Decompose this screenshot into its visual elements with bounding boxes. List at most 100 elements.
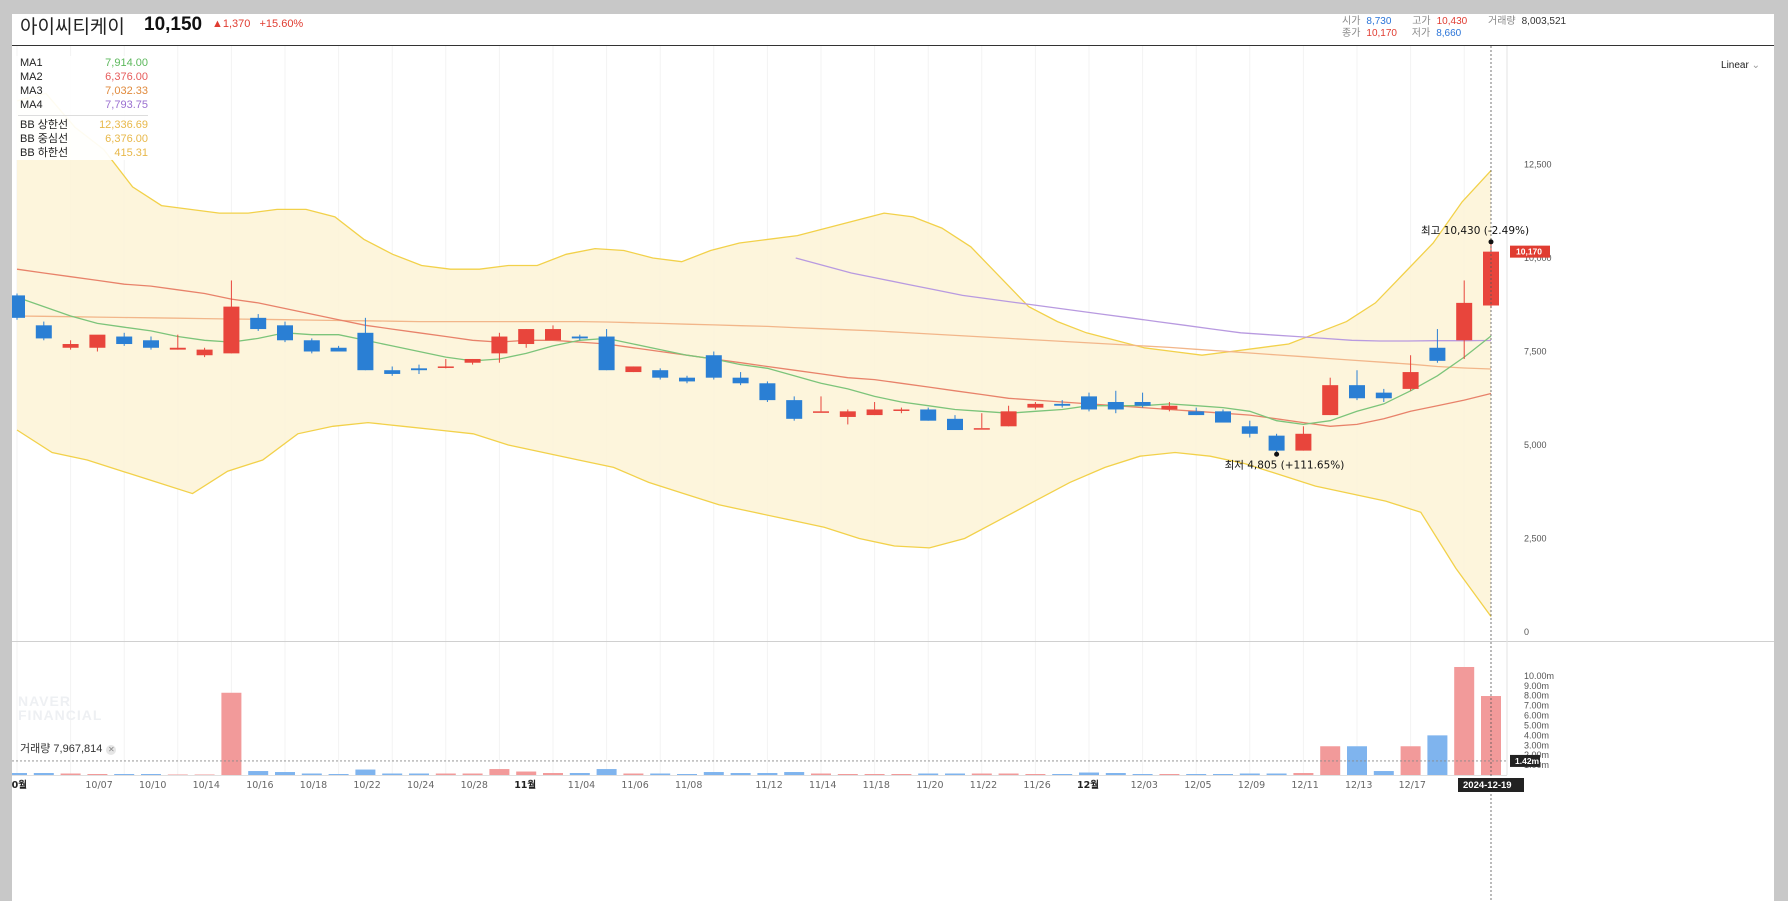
scale-mode-dropdown[interactable]: Linear ⌄ (1721, 60, 1760, 71)
volume-bar (650, 773, 671, 775)
low-annotation: 최저 4,805 (+111.65%) (1225, 459, 1345, 471)
x-tick-label: 12/11 (1291, 780, 1318, 791)
current-price-tag: 10,170 (1516, 247, 1542, 257)
x-tick-label: 11/18 (863, 780, 890, 791)
volume-bar (1427, 735, 1448, 775)
candle-body (116, 336, 133, 345)
x-tick-label: 11/04 (568, 780, 595, 791)
volume-bar (12, 773, 27, 775)
volume-bar (596, 769, 617, 775)
volume-tick-label: 9.00m (1524, 681, 1549, 691)
x-tick-label: 12/03 (1131, 780, 1158, 791)
volume-bar (301, 773, 322, 775)
candle-body (545, 329, 561, 341)
volume-bar (891, 774, 912, 775)
bb-label: BB 중심선 (20, 133, 69, 145)
candle-body (705, 355, 722, 378)
candle-body (839, 411, 856, 417)
bb-legend-row: BB 중심선 6,376.00 (12, 132, 154, 146)
x-tick-label: 11/12 (755, 780, 782, 791)
close-label: 종가 (1342, 28, 1361, 39)
candle-body (250, 317, 267, 330)
candle-body (1268, 435, 1285, 451)
y-tick-label: 2,500 (1524, 534, 1547, 544)
candle-body (1241, 426, 1258, 434)
stock-name: 아이씨티케이 (20, 16, 125, 38)
y-tick-label: 12,500 (1524, 160, 1552, 170)
y-tick-label: 7,500 (1524, 347, 1547, 357)
candle-body (437, 366, 454, 368)
close-icon[interactable]: ✕ (106, 745, 117, 755)
low-label: 저가 (1411, 28, 1431, 39)
volume-bar (918, 773, 939, 775)
volume-bar (1052, 774, 1073, 775)
change-amount: ▲1,370 (212, 18, 251, 30)
ma-legend-row: MA3 7,032.33 (12, 84, 154, 98)
naver-financial-watermark: NAVER FINANCIAL (18, 694, 102, 722)
candle-body (1402, 372, 1419, 389)
volume-label: 거래량 (1488, 16, 1516, 27)
volume-bar (489, 769, 510, 775)
volume-bar (114, 774, 135, 775)
ohlc-row-2: 종가 10,170 저가 8,660 (1342, 24, 1461, 39)
x-tick-label: 12월 (1077, 779, 1099, 791)
bb-legend-row: BB 상한선 12,336.69 (12, 118, 154, 132)
x-tick-label: 11/06 (621, 780, 648, 791)
ma-legend-row: MA2 6,376.00 (12, 70, 154, 84)
x-tick-label: 10/16 (246, 780, 273, 791)
chart-frame: 02,5005,0007,50010,00012,5001.00m2.00m3.… (12, 14, 1774, 901)
x-tick-label: 10/24 (407, 780, 434, 791)
chevron-down-icon: ⌄ (1751, 60, 1760, 71)
volume-tick-label: 5.00m (1524, 720, 1549, 730)
volume-bar (33, 773, 54, 775)
volume-bar (945, 773, 965, 775)
volume-bar (1373, 771, 1394, 775)
candle-body (652, 370, 669, 378)
volume-bar (516, 771, 537, 775)
candle-body (384, 370, 401, 374)
bb-label: BB 하한선 (20, 147, 69, 159)
candle-body (893, 409, 910, 411)
volume-bar (757, 773, 778, 775)
x-tick-label: 11월 (514, 779, 536, 791)
candle-body (786, 400, 803, 419)
x-tick-label: 12/17 (1399, 780, 1426, 791)
volume-bar (1213, 774, 1233, 775)
bb-label: BB 상한선 (20, 119, 69, 131)
candle-body (598, 336, 615, 371)
bb-legend-row: BB 하한선 415.31 (12, 146, 154, 160)
x-tick-label: 10/18 (300, 780, 327, 791)
volume-bar (248, 771, 269, 775)
candle-body (1456, 302, 1473, 341)
bb-value: 12,336.69 (99, 119, 148, 131)
volume-bar (703, 772, 724, 775)
candle-body (62, 344, 79, 348)
volume-tick-label: 8.00m (1524, 691, 1549, 701)
volume-bar (382, 773, 403, 775)
ma-legend-row: MA1 7,914.00 (12, 56, 154, 70)
candle-body (1349, 385, 1365, 399)
candle-body (169, 347, 186, 350)
x-tick-label: 10월 (12, 779, 27, 791)
candle-body (464, 358, 481, 363)
stock-chart[interactable]: 02,5005,0007,50010,00012,5001.00m2.00m3.… (12, 14, 1774, 901)
candle-body (303, 340, 320, 352)
volume-tick-label: 4.00m (1524, 730, 1549, 740)
ma-label: MA1 (20, 57, 43, 69)
volume-value: 8,003,521 (1521, 16, 1567, 27)
candle-body (625, 366, 642, 373)
volume-bar (1239, 773, 1260, 775)
volume-bar (1079, 772, 1099, 775)
candle-body (866, 409, 883, 416)
candle-body (330, 347, 347, 352)
x-tick-label: 10/22 (353, 780, 380, 791)
volume-bar (730, 773, 751, 775)
ma-legend-row: MA4 7,793.75 (12, 98, 154, 112)
volume-bar (87, 774, 108, 775)
volume-bar (1105, 773, 1126, 775)
volume-bar (1159, 774, 1180, 775)
volume-indicator-label: 거래량 7,967,814 ✕ (20, 740, 117, 756)
x-tick-label: 10/14 (193, 780, 220, 791)
candle-body (143, 340, 159, 348)
ma-value: 6,376.00 (105, 71, 148, 83)
